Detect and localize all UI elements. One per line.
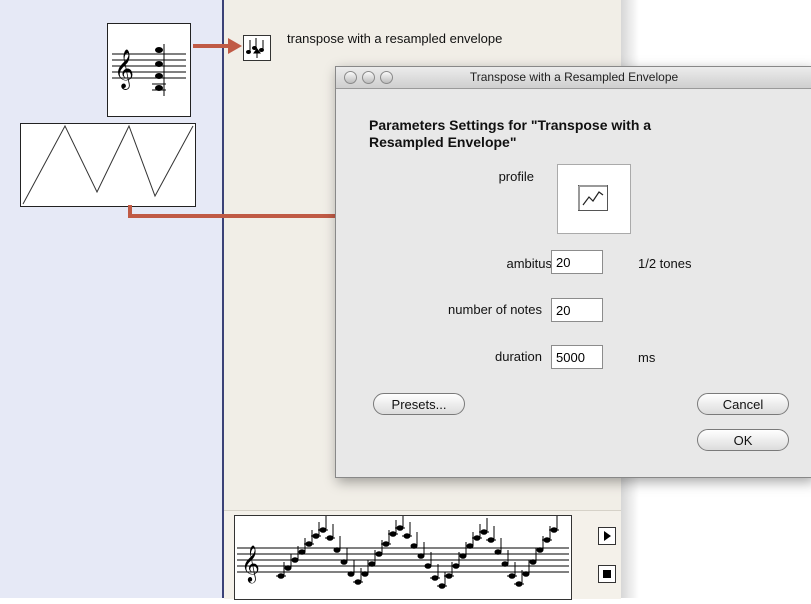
note-head bbox=[452, 563, 460, 569]
note-head bbox=[333, 547, 341, 553]
operator-label: transpose with a resampled envelope bbox=[287, 31, 503, 46]
note-head bbox=[347, 571, 355, 577]
note-head bbox=[424, 563, 432, 569]
note-head bbox=[466, 543, 474, 549]
note-head bbox=[501, 561, 509, 567]
note-head bbox=[536, 547, 544, 553]
profile-label: profile bbox=[498, 169, 534, 184]
note-head bbox=[529, 559, 537, 565]
heading-line-1: Parameters Settings for "Transpose with … bbox=[369, 117, 652, 133]
dialog-heading: Parameters Settings for "Transpose with … bbox=[369, 117, 769, 151]
duration-label: duration bbox=[495, 349, 542, 364]
note-head bbox=[291, 557, 299, 563]
stop-icon[interactable] bbox=[598, 565, 616, 583]
transpose-operator-icon[interactable] bbox=[243, 35, 271, 61]
curve-icon bbox=[578, 185, 608, 211]
note-head bbox=[361, 571, 369, 577]
play-icon[interactable] bbox=[598, 527, 616, 545]
ambitus-unit: 1/2 tones bbox=[638, 256, 692, 271]
svg-text:𝄞: 𝄞 bbox=[241, 544, 260, 583]
duration-unit: ms bbox=[638, 350, 656, 365]
parameters-dialog: Transpose with a Resampled Envelope Para… bbox=[335, 66, 811, 478]
note-head bbox=[298, 549, 306, 555]
note-head bbox=[522, 571, 530, 577]
note-head bbox=[417, 553, 425, 559]
note-head bbox=[368, 561, 376, 567]
note-head bbox=[375, 551, 383, 557]
note-head bbox=[340, 559, 348, 565]
dialog-titlebar[interactable]: Transpose with a Resampled Envelope bbox=[336, 67, 811, 89]
ambitus-label: ambitus bbox=[506, 256, 552, 271]
number-of-notes-label: number of notes bbox=[448, 302, 542, 317]
ambitus-field[interactable] bbox=[551, 250, 603, 274]
duration-field[interactable] bbox=[551, 345, 603, 369]
result-sequence-box[interactable]: 𝄞 bbox=[234, 514, 572, 600]
note-head bbox=[284, 565, 292, 571]
note-head bbox=[459, 553, 467, 559]
ok-button[interactable]: OK bbox=[697, 429, 789, 451]
note-head bbox=[494, 549, 502, 555]
presets-button[interactable]: Presets... bbox=[373, 393, 465, 415]
note-head bbox=[410, 543, 418, 549]
number-of-notes-field[interactable] bbox=[551, 298, 603, 322]
heading-line-2: Resampled Envelope" bbox=[369, 134, 517, 150]
profile-slot[interactable] bbox=[557, 164, 631, 234]
dialog-title: Transpose with a Resampled Envelope bbox=[469, 70, 679, 84]
sequence-staff-icon: 𝄞 bbox=[237, 514, 569, 589]
cancel-button[interactable]: Cancel bbox=[697, 393, 789, 415]
